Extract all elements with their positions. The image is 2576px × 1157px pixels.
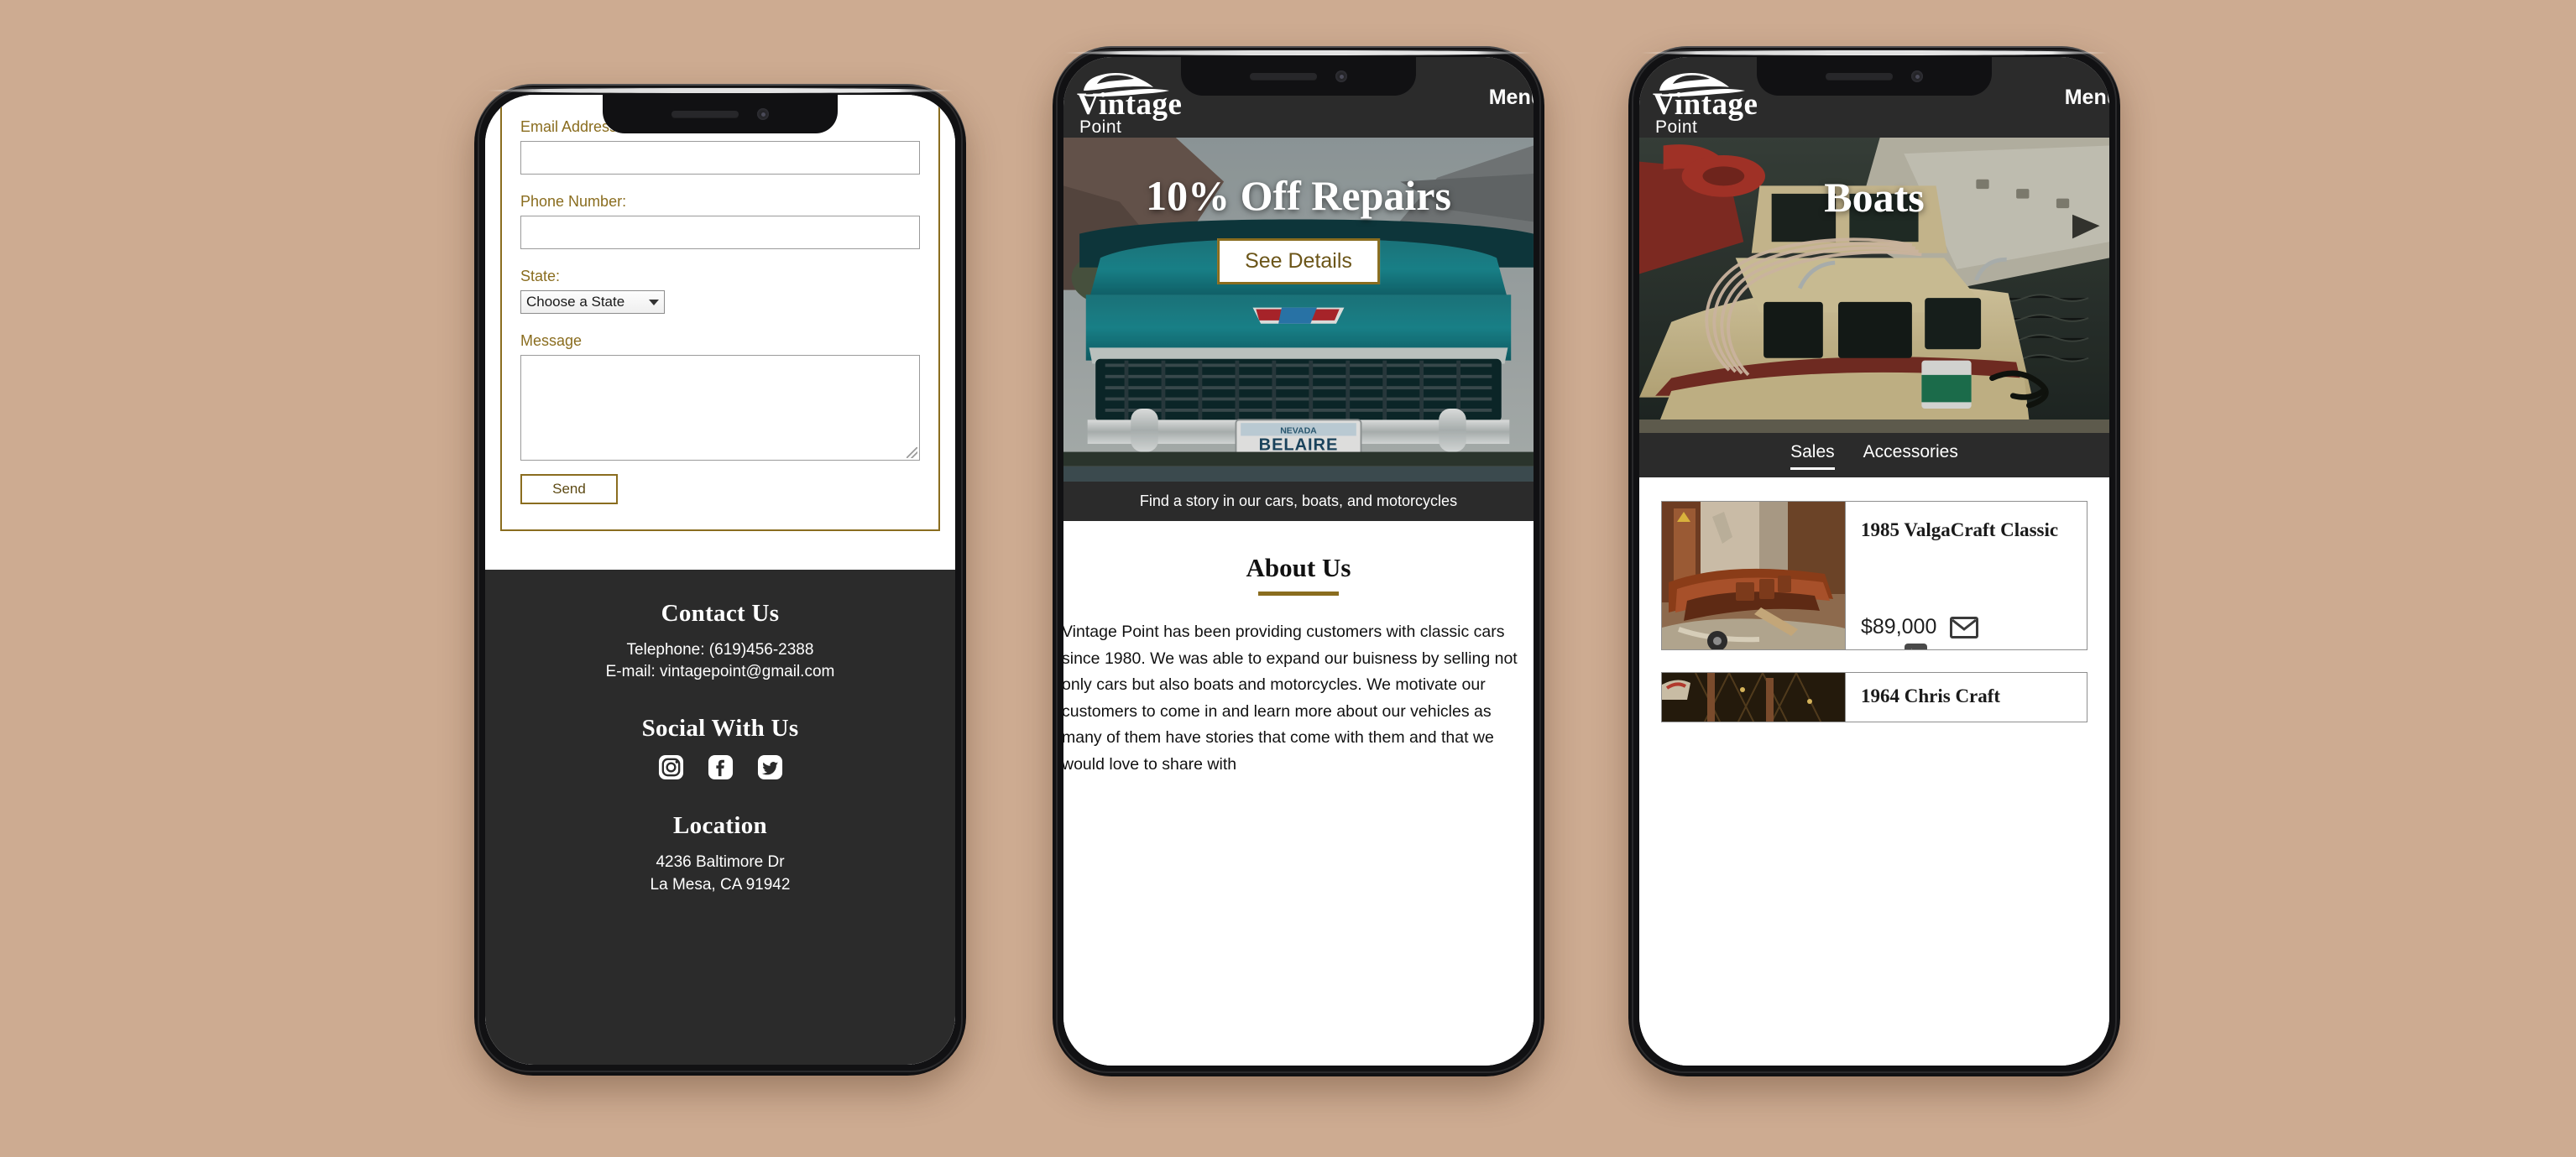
front-camera-icon [757, 108, 769, 120]
content-gap [485, 531, 955, 570]
listing-thumbnail [1662, 502, 1845, 649]
page-title: Boats [1824, 174, 1925, 221]
address-line-2: La Mesa, CA 91942 [650, 875, 791, 894]
hero-title: 10% Off Repairs [1146, 172, 1451, 219]
listing-meta: $89,000 [1861, 615, 2073, 649]
category-tabs: Sales Accessories [1639, 433, 2109, 477]
message-label: Message [520, 332, 583, 349]
instagram-icon[interactable] [658, 754, 684, 780]
phone-mockup-boats: Vintage Point Menu [1628, 46, 2120, 1076]
front-camera-icon [1911, 70, 1923, 82]
state-select[interactable]: Choose a State [520, 290, 665, 314]
see-details-button[interactable]: See Details [1217, 238, 1380, 284]
earpiece-speaker [1250, 73, 1317, 80]
phone2-screen: Vintage Point Menu [1063, 57, 1534, 1066]
chris-craft-photo [1662, 673, 1845, 722]
listing-details: 1964 Chris Craft [1845, 673, 2087, 722]
contact-heading: Contact Us [661, 600, 780, 627]
footer-social-block: Social With Us [502, 715, 938, 780]
valgacraft-photo [1662, 502, 1845, 649]
state-label: State: [520, 268, 561, 284]
phone-label: Phone Number: [520, 193, 627, 210]
send-button[interactable]: Send [520, 474, 618, 504]
phone-field[interactable] [520, 216, 920, 249]
footer-location-block: Location 4236 Baltimore Dr La Mesa, CA 9… [502, 812, 938, 895]
listing-price: $89,000 [1861, 615, 1937, 638]
wallpaper-stage: Email Address: Phone Number: State: Choo… [0, 0, 2576, 1157]
about-section: About Us Vintage Point has been providin… [1063, 521, 1534, 1066]
email-field[interactable] [520, 141, 920, 175]
contact-page: Email Address: Phone Number: State: Choo… [485, 95, 955, 1065]
listing-card[interactable]: 1964 Chris Craft [1661, 672, 2087, 722]
social-heading: Social With Us [641, 715, 799, 743]
listing-title: 1985 ValgaCraft Classic [1861, 519, 2059, 540]
listing-title: 1964 Chris Craft [1861, 685, 2001, 706]
tab-sales[interactable]: Sales [1790, 442, 1835, 470]
phone-mockup-home: Vintage Point Menu [1053, 46, 1544, 1076]
site-tagline: Find a story in our cars, boats, and mot… [1063, 482, 1534, 521]
earpiece-speaker [671, 111, 739, 117]
menu-button[interactable]: Menu [2065, 86, 2109, 110]
listings-list: 1985 ValgaCraft Classic $89,000 1964 Chr… [1639, 477, 2109, 1066]
about-heading: About Us [1246, 553, 1351, 582]
about-body: Vintage Point has been providing custome… [1063, 623, 1518, 774]
phone-icon[interactable] [1905, 644, 1927, 650]
phone-mockup-contact: Email Address: Phone Number: State: Choo… [474, 84, 966, 1076]
footer-contact-block: Contact Us Telephone: (619)456-2388 E-ma… [502, 600, 938, 683]
phone2-notch [1181, 57, 1416, 96]
contact-form: Email Address: Phone Number: State: Choo… [500, 102, 940, 531]
mail-icon[interactable] [1950, 617, 1979, 638]
message-field[interactable] [520, 355, 920, 461]
twitter-icon[interactable] [757, 754, 783, 780]
address-line-1: 4236 Baltimore Dr [656, 853, 785, 872]
state-select-value: Choose a State [526, 294, 625, 310]
heading-rule [1258, 592, 1339, 596]
facebook-icon[interactable] [708, 754, 734, 780]
front-camera-icon [1335, 70, 1347, 82]
phone1-screen: Email Address: Phone Number: State: Choo… [485, 95, 955, 1065]
site-footer: Contact Us Telephone: (619)456-2388 E-ma… [485, 570, 955, 1065]
promo-hero: NEVADA BELAIRE 10% Off Repairs See Detai… [1063, 138, 1534, 482]
listing-card[interactable]: 1985 ValgaCraft Classic $89,000 [1661, 501, 2087, 650]
footer-telephone: Telephone: (619)456-2388 [626, 641, 814, 659]
chevron-down-icon [649, 299, 659, 305]
tab-accessories[interactable]: Accessories [1863, 442, 1958, 470]
phone3-notch [1757, 57, 1992, 96]
brand-name-line1: Vintage [1653, 87, 1758, 122]
location-heading: Location [673, 812, 767, 840]
phone1-notch [603, 95, 838, 133]
brand-name-line1: Vintage [1077, 87, 1183, 122]
listing-thumbnail [1662, 673, 1845, 722]
menu-button[interactable]: Menu [1489, 86, 1534, 110]
boats-hero: Boats [1639, 138, 2109, 433]
earpiece-speaker [1826, 73, 1893, 80]
social-links [502, 754, 938, 780]
listing-details: 1985 ValgaCraft Classic $89,000 [1845, 502, 2087, 649]
phone3-screen: Vintage Point Menu [1639, 57, 2109, 1066]
footer-email: E-mail: vintagepoint@gmail.com [605, 663, 835, 681]
